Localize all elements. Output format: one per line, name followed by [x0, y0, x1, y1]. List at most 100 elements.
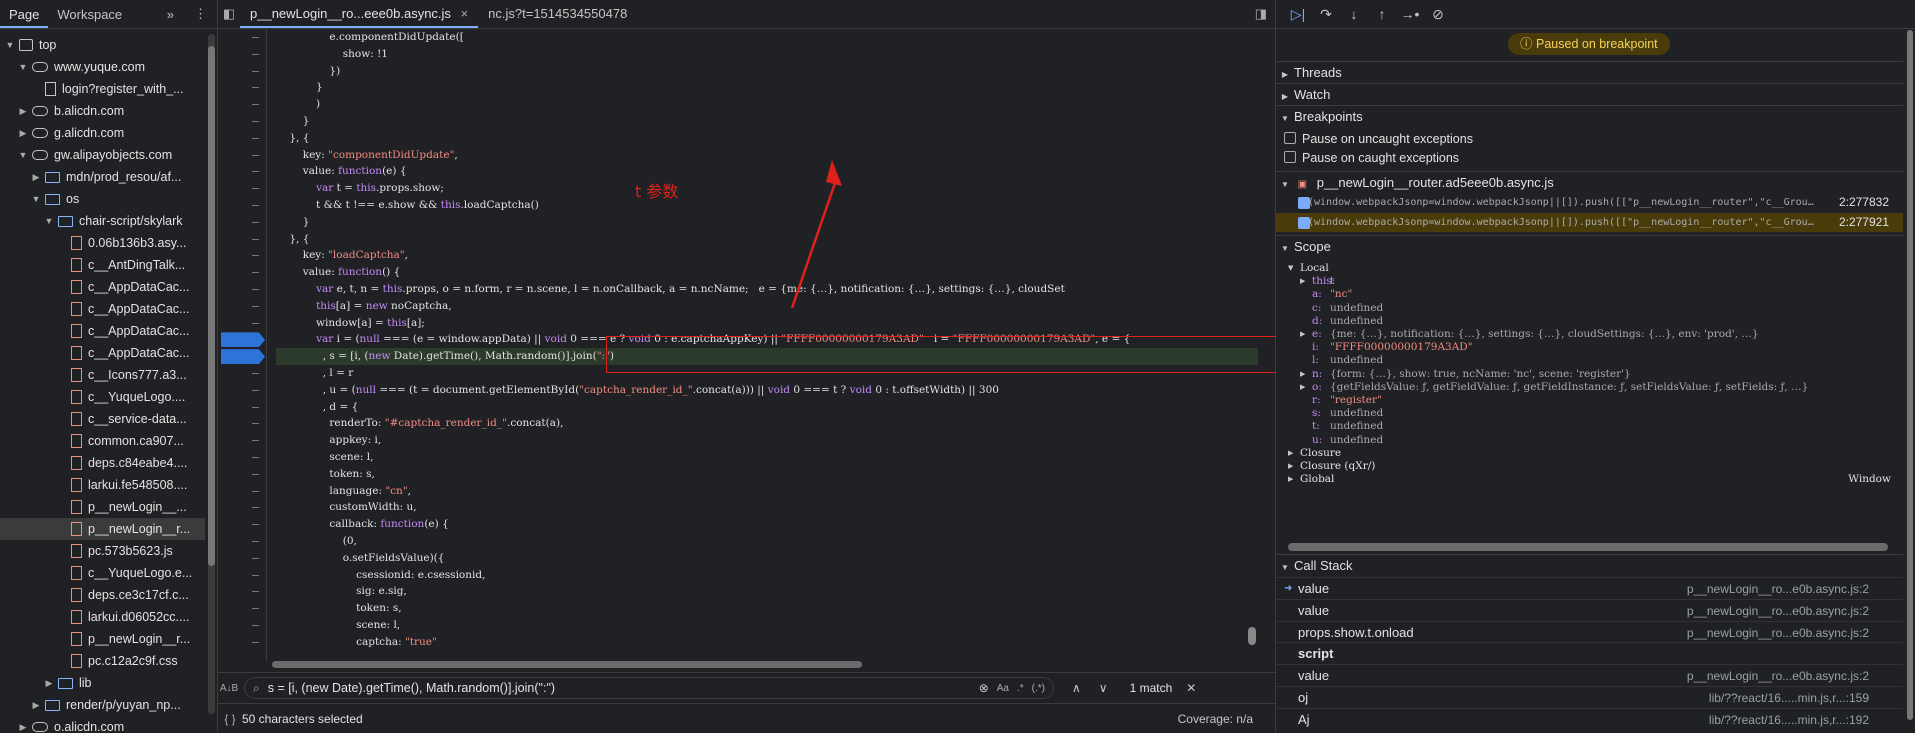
tree-node[interactable]: c__AppDataCac...	[0, 298, 205, 320]
tree-node[interactable]: p__newLogin__r...	[0, 628, 205, 650]
code-horizontal-scrollbar[interactable]	[272, 661, 862, 668]
gutter-line[interactable]	[218, 247, 266, 264]
code-line[interactable]: o.setFieldsValue)({	[276, 550, 1258, 567]
debugger-scrollbar[interactable]	[1905, 28, 1915, 732]
section-threads[interactable]: ▶ Threads	[1276, 61, 1903, 84]
gutter-line[interactable]	[218, 231, 266, 248]
gutter-line[interactable]	[218, 617, 266, 634]
expand-arrow-icon[interactable]: ▶	[17, 122, 29, 144]
expand-arrow-icon[interactable]: ▶	[17, 716, 29, 732]
kebab-menu-icon[interactable]: ⋮	[184, 6, 217, 28]
tab-workspace[interactable]: Workspace	[48, 7, 131, 28]
code-line[interactable]: )	[276, 96, 1258, 113]
tree-node[interactable]: larkui.fe548508....	[0, 474, 205, 496]
expand-arrow-icon[interactable]: ▶	[17, 100, 29, 122]
gutter-line[interactable]	[218, 365, 266, 382]
tree-node[interactable]: pc.573b5623.js	[0, 540, 205, 562]
tree-node[interactable]: c__AntDingTalk...	[0, 254, 205, 276]
gutter-line[interactable]	[218, 483, 266, 500]
tree-node[interactable]: c__YuqueLogo....	[0, 386, 205, 408]
gutter-line[interactable]	[218, 634, 266, 651]
whole-word-toggle[interactable]: .*	[1017, 683, 1024, 694]
expand-arrow-icon[interactable]: ▶	[43, 672, 55, 694]
code-line[interactable]: , d = {	[276, 399, 1258, 416]
code-line[interactable]: }	[276, 214, 1258, 231]
section-call-stack[interactable]: ▼ Call Stack	[1276, 554, 1903, 577]
gutter-line[interactable]	[218, 298, 266, 315]
gutter-line[interactable]	[218, 29, 266, 46]
pause-uncaught-checkbox[interactable]: Pause on uncaught exceptions	[1284, 130, 1473, 148]
tree-node[interactable]: ▶ g.alicdn.com	[0, 122, 205, 144]
gutter-line[interactable]	[218, 315, 266, 332]
call-frame-location[interactable]: lib/??react/16.....min.js,r...:192	[1709, 709, 1869, 731]
tree-node[interactable]: c__YuqueLogo.e...	[0, 562, 205, 584]
code-line[interactable]: }	[276, 79, 1258, 96]
code-line[interactable]: (0,	[276, 533, 1258, 550]
tree-node[interactable]: ▼ www.yuque.com	[0, 56, 205, 78]
code-line[interactable]: appkey: i,	[276, 432, 1258, 449]
gutter-line[interactable]	[218, 550, 266, 567]
code-line[interactable]: token: s,	[276, 466, 1258, 483]
tab-page[interactable]: Page	[0, 7, 49, 28]
tree-node[interactable]: ▶ o.alicdn.com	[0, 716, 205, 732]
gutter-line[interactable]	[218, 46, 266, 63]
code-line[interactable]: callback: function(e) {	[276, 516, 1258, 533]
gutter-line[interactable]	[218, 264, 266, 281]
call-frame[interactable]: value p__newLogin__ro...e0b.async.js:2	[1276, 598, 1903, 622]
gutter-line[interactable]	[218, 415, 266, 432]
clear-search-icon[interactable]: ⊗	[979, 681, 989, 695]
code-line[interactable]: }	[276, 113, 1258, 130]
step-into-icon[interactable]: ↓	[1340, 6, 1368, 22]
collapse-arrow-icon[interactable]: ▼	[30, 188, 42, 210]
tree-node[interactable]: ▶ mdn/prod_resou/af...	[0, 166, 205, 188]
section-breakpoints[interactable]: ▼ Breakpoints	[1276, 105, 1903, 128]
match-case-toggle[interactable]: Aa	[997, 683, 1009, 694]
call-frame-location[interactable]: p__newLogin__ro...e0b.async.js:2	[1687, 665, 1869, 687]
call-frame[interactable]: props.show.t.onload p__newLogin__ro...e0b…	[1276, 620, 1903, 644]
code-line[interactable]: var t = this.props.show;	[276, 180, 1258, 197]
gutter-line[interactable]	[218, 516, 266, 533]
gutter-line[interactable]	[218, 180, 266, 197]
more-tabs-icon[interactable]: »	[157, 7, 184, 28]
resume-icon[interactable]: ▷|	[1284, 6, 1312, 23]
code-line[interactable]: customWidth: u,	[276, 499, 1258, 516]
code-line[interactable]: }, {	[276, 231, 1258, 248]
pause-caught-checkbox[interactable]: Pause on caught exceptions	[1284, 149, 1459, 167]
tree-node[interactable]: ▶ b.alicdn.com	[0, 100, 205, 122]
gutter-line[interactable]	[218, 399, 266, 416]
search-input[interactable]	[265, 680, 979, 696]
toggle-debugger-icon[interactable]: ◨	[1255, 6, 1267, 22]
section-scope[interactable]: ▼ Scope	[1276, 235, 1903, 258]
call-frame[interactable]: value p__newLogin__ro...e0b.async.js:2	[1276, 577, 1903, 600]
code-line[interactable]: token: s,	[276, 600, 1258, 617]
code-line[interactable]: , u = (null === (t = document.getElement…	[276, 382, 1258, 399]
tree-node[interactable]: deps.c84eabe4....	[0, 452, 205, 474]
code-line[interactable]: scene: l,	[276, 617, 1258, 634]
replace-toggle-icon[interactable]: A↓B	[218, 683, 240, 694]
previous-match-icon[interactable]: ∧	[1072, 681, 1081, 695]
close-tab-icon[interactable]: ×	[461, 6, 469, 21]
gutter-line[interactable]	[218, 567, 266, 584]
gutter-line[interactable]	[218, 432, 266, 449]
call-frame[interactable]: oj lib/??react/16.....min.js,r...:159	[1276, 686, 1903, 709]
tree-node[interactable]: ▼ chair-script/skylark	[0, 210, 205, 232]
tree-node[interactable]: login?register_with_...	[0, 78, 205, 100]
tree-node[interactable]: ▼ gw.alipayobjects.com	[0, 144, 205, 166]
gutter-line[interactable]	[218, 63, 266, 80]
call-frame-location[interactable]: p__newLogin__ro...e0b.async.js:2	[1687, 578, 1869, 600]
close-search-icon[interactable]: ✕	[1186, 681, 1196, 695]
tree-node[interactable]: c__AppDataCac...	[0, 276, 205, 298]
code-line[interactable]: window[a] = this[a];	[276, 315, 1258, 332]
tree-node[interactable]: ▼ top	[0, 34, 205, 56]
code-line[interactable]: }, {	[276, 130, 1258, 147]
next-match-icon[interactable]: ∨	[1099, 681, 1108, 695]
gutter-line[interactable]	[218, 348, 266, 365]
breakpoint-file-group[interactable]: ▼ ▣ p__newLogin__router.ad5eee0b.async.j…	[1276, 171, 1903, 194]
step-over-icon[interactable]: ↷	[1312, 6, 1340, 23]
code-line[interactable]: language: "cn",	[276, 483, 1258, 500]
step-out-icon[interactable]: ↑	[1368, 6, 1396, 22]
pretty-print-icon[interactable]: { }	[218, 712, 242, 726]
breakpoint-row-current[interactable]: (window.webpackJsonp=window.webpackJsonp…	[1276, 213, 1903, 232]
tree-node[interactable]: 0.06b136b3.asy...	[0, 232, 205, 254]
gutter-line[interactable]	[218, 281, 266, 298]
